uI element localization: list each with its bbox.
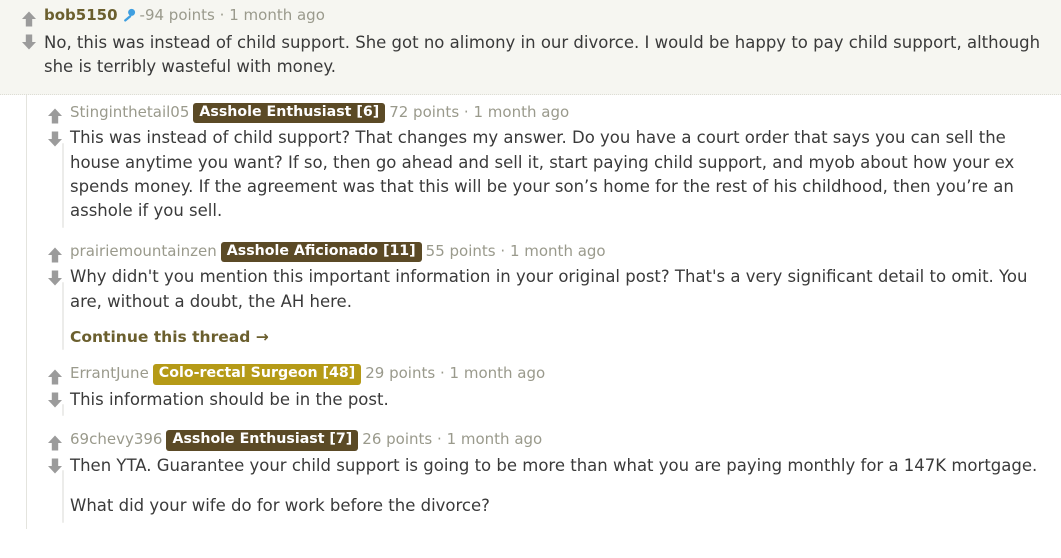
meta-separator: · — [439, 364, 445, 383]
upvote-arrow-icon[interactable] — [46, 246, 64, 264]
comment-text: This was instead of child support? That … — [70, 126, 1047, 224]
meta-separator: · — [219, 6, 225, 24]
collapse-thread-line[interactable] — [62, 404, 64, 417]
upvote-arrow-icon[interactable] — [20, 10, 38, 28]
meta-separator: · — [500, 241, 506, 260]
microphone-icon — [121, 7, 137, 28]
upvote-arrow-icon[interactable] — [46, 368, 64, 386]
comment-points: 55 points — [425, 241, 496, 260]
comment-text: Why didn't you mention this important in… — [70, 265, 1047, 314]
user-flair-badge: Asshole Aficionado [11] — [220, 241, 422, 263]
continue-thread-link[interactable]: Continue this thread → — [70, 328, 269, 346]
comment-meta: bob5150 -94 points · 1 month ago — [44, 6, 1047, 28]
comment-meta: 69chevy396 Asshole Enthusiast [7] 26 point… — [70, 430, 1047, 451]
replies-container: Stinginthetail05 Asshole Enthusiast [6] 72… — [0, 94, 1061, 529]
comment-meta: prairiemountainzen Asshole Aficionado [11… — [70, 241, 1047, 263]
comment-meta: ErrantJune Colo-rectal Surgeon [48] 29 poi… — [70, 364, 1047, 385]
vote-controls — [14, 6, 44, 51]
comment-thread: bob5150 -94 points · 1 month ago No, this… — [0, 0, 1061, 558]
comment-paragraph: What did your wife do for work before th… — [70, 496, 490, 516]
collapse-thread-line[interactable] — [62, 470, 64, 523]
user-flair-badge: Colo-rectal Surgeon [48] — [152, 364, 362, 385]
comment-author[interactable]: ErrantJune — [70, 364, 149, 382]
user-flair-badge: Asshole Enthusiast [6] — [193, 102, 386, 124]
comment-reply: prairiemountainzen Asshole Aficionado [11… — [26, 234, 1061, 356]
comment-paragraph: This was instead of child support? That … — [70, 128, 1015, 221]
comment-text: No, this was instead of child support. S… — [44, 31, 1047, 80]
comment-meta: Stinginthetail05 Asshole Enthusiast [6] 72… — [70, 102, 1047, 124]
upvote-arrow-icon[interactable] — [46, 434, 64, 452]
vote-controls — [40, 242, 70, 287]
comment-age: 1 month ago — [229, 6, 325, 24]
comment-points: -94 points — [139, 6, 215, 24]
comment-text: Then YTA. Guarantee your child support i… — [70, 454, 1047, 519]
comment-points: 26 points — [362, 430, 433, 449]
collapse-thread-line[interactable] — [62, 281, 64, 351]
comment-age: 1 month ago — [509, 241, 606, 260]
comment-age: 1 month ago — [446, 430, 543, 449]
comment-paragraph: Why didn't you mention this important in… — [70, 267, 1028, 311]
meta-separator: · — [437, 430, 442, 449]
comment-author[interactable]: prairiemountainzen — [70, 242, 217, 260]
comment-paragraph: This information should be in the post. — [70, 389, 389, 409]
comment-author[interactable]: Stinginthetail05 — [70, 103, 189, 121]
upvote-arrow-icon[interactable] — [46, 107, 64, 125]
user-flair-badge: Asshole Enthusiast [7] — [166, 430, 359, 451]
comment-points: 72 points — [389, 102, 460, 121]
vote-controls — [40, 103, 70, 148]
collapse-thread-line[interactable] — [62, 142, 64, 228]
downvote-arrow-icon[interactable] — [20, 33, 38, 51]
comment-age: 1 month ago — [473, 102, 570, 121]
vote-controls — [40, 430, 70, 475]
comment-paragraph: Then YTA. Guarantee your child support i… — [70, 455, 1038, 475]
comment-reply: Stinginthetail05 Asshole Enthusiast [6] 72… — [26, 95, 1061, 234]
comment-text: This information should be in the post. — [70, 388, 1047, 412]
comment-author[interactable]: 69chevy396 — [70, 430, 162, 448]
comment-author[interactable]: bob5150 — [44, 6, 118, 24]
comment-points: 29 points — [365, 364, 436, 383]
comment-age: 1 month ago — [449, 364, 546, 383]
comment-reply: 69chevy396 Asshole Enthusiast [7] 26 point… — [26, 422, 1061, 528]
op-comment: bob5150 -94 points · 1 month ago No, this… — [0, 0, 1061, 95]
vote-controls — [40, 364, 70, 409]
comment-reply: ErrantJune Colo-rectal Surgeon [48] 29 poi… — [26, 356, 1061, 422]
comment-paragraph: No, this was instead of child support. S… — [44, 32, 1041, 77]
meta-separator: · — [463, 102, 469, 121]
